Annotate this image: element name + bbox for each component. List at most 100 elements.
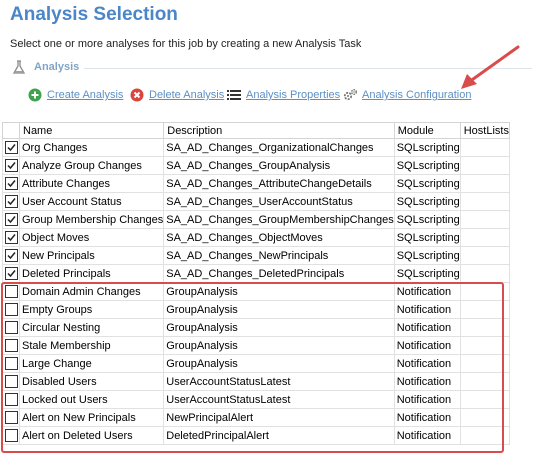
row-name: Locked out Users: [18, 390, 165, 409]
x-circle-icon: [130, 88, 144, 102]
row-checkbox-cell: [2, 264, 20, 283]
row-hostlists: [459, 354, 510, 373]
row-hostlists: [459, 138, 510, 157]
row-description: UserAccountStatusLatest: [163, 372, 395, 391]
header-hostlists[interactable]: HostLists: [459, 122, 510, 139]
row-checkbox[interactable]: [4, 375, 18, 388]
row-checkbox-cell: [2, 174, 20, 193]
row-hostlists: [459, 300, 510, 319]
table-row[interactable]: Large Change GroupAnalysis Notification: [2, 354, 510, 373]
checkmark-icon: [6, 144, 16, 152]
checkmark-icon: [6, 234, 16, 242]
row-checkbox[interactable]: [4, 195, 18, 208]
row-checkbox[interactable]: [4, 393, 18, 406]
row-checkbox[interactable]: [4, 285, 18, 298]
table-row[interactable]: Analyze Group Changes SA_AD_Changes_Group…: [2, 156, 510, 175]
row-name: Empty Groups: [18, 300, 165, 319]
table-row[interactable]: Org Changes SA_AD_Changes_OrganizationalC…: [2, 138, 510, 157]
analysis-section-header: Analysis: [12, 60, 532, 76]
analysis-properties-label: Analysis Properties: [246, 89, 341, 101]
flask-icon: [12, 60, 26, 78]
row-description: UserAccountStatusLatest: [163, 390, 395, 409]
row-checkbox-cell: [2, 138, 20, 157]
table-row[interactable]: Locked out Users UserAccountStatusLatest N…: [2, 390, 510, 409]
row-checkbox[interactable]: [4, 411, 18, 424]
row-name: Deleted Principals: [18, 264, 165, 283]
row-checkbox-cell: [2, 246, 20, 265]
row-module: SQLscripting: [393, 174, 461, 193]
row-description: SA_AD_Changes_GroupMembershipChanges: [163, 210, 395, 229]
row-checkbox[interactable]: [4, 231, 18, 244]
analysis-toolbar: Create Analysis Delete Analysis Analysis…: [28, 87, 528, 103]
table-row[interactable]: Alert on New Principals NewPrincipalAlert…: [2, 408, 510, 427]
row-name: Group Membership Changes: [18, 210, 165, 229]
table-row[interactable]: Alert on Deleted Users DeletedPrincipalAl…: [2, 426, 510, 445]
table-row[interactable]: Stale Membership GroupAnalysis Notificatio…: [2, 336, 510, 355]
row-description: SA_AD_Changes_ObjectMoves: [163, 228, 395, 247]
analysis-configuration-button[interactable]: Analysis Configuration: [343, 87, 471, 103]
row-description: SA_AD_Changes_DeletedPrincipals: [163, 264, 395, 283]
row-checkbox-cell: [2, 372, 20, 391]
analysis-table: Name Description Module HostLists Org Ch…: [2, 122, 510, 445]
table-row[interactable]: Disabled Users UserAccountStatusLatest Not…: [2, 372, 510, 391]
checkmark-icon: [6, 270, 16, 278]
table-row[interactable]: Domain Admin Changes GroupAnalysis Notific…: [2, 282, 510, 301]
checkmark-icon: [6, 180, 16, 188]
analysis-properties-button[interactable]: Analysis Properties: [227, 87, 340, 103]
table-row[interactable]: Object Moves SA_AD_Changes_ObjectMoves SQL…: [2, 228, 510, 247]
row-description: GroupAnalysis: [163, 300, 395, 319]
create-analysis-label: Create Analysis: [47, 89, 124, 101]
row-module: SQLscripting: [393, 264, 461, 283]
row-module: SQLscripting: [393, 246, 461, 265]
list-icon: [227, 88, 241, 102]
row-description: DeletedPrincipalAlert: [163, 426, 395, 445]
row-module: Notification: [393, 372, 461, 391]
row-hostlists: [459, 228, 510, 247]
row-checkbox-cell: [2, 192, 20, 211]
gears-icon: [343, 88, 358, 102]
create-analysis-button[interactable]: Create Analysis: [28, 87, 123, 103]
row-checkbox[interactable]: [4, 177, 18, 190]
row-module: SQLscripting: [393, 156, 461, 175]
row-description: GroupAnalysis: [163, 318, 395, 337]
table-row[interactable]: Empty Groups GroupAnalysis Notification: [2, 300, 510, 319]
table-header-row: Name Description Module HostLists: [2, 122, 510, 139]
row-name: Domain Admin Changes: [18, 282, 165, 301]
row-checkbox[interactable]: [4, 303, 18, 316]
row-module: Notification: [393, 282, 461, 301]
header-name[interactable]: Name: [18, 122, 165, 139]
row-name: Disabled Users: [18, 372, 165, 391]
row-hostlists: [459, 210, 510, 229]
row-checkbox[interactable]: [4, 357, 18, 370]
header-description[interactable]: Description: [163, 122, 395, 139]
row-name: Analyze Group Changes: [18, 156, 165, 175]
row-checkbox[interactable]: [4, 429, 18, 442]
table-row[interactable]: Attribute Changes SA_AD_Changes_Attribute…: [2, 174, 510, 193]
row-name: Org Changes: [18, 138, 165, 157]
row-checkbox[interactable]: [4, 249, 18, 262]
row-hostlists: [459, 282, 510, 301]
header-module[interactable]: Module: [393, 122, 461, 139]
row-checkbox[interactable]: [4, 141, 18, 154]
table-row[interactable]: New Principals SA_AD_Changes_NewPrincipal…: [2, 246, 510, 265]
table-row[interactable]: User Account Status SA_AD_Changes_UserAcc…: [2, 192, 510, 211]
row-checkbox-cell: [2, 282, 20, 301]
table-row[interactable]: Deleted Principals SA_AD_Changes_DeletedP…: [2, 264, 510, 283]
table-row[interactable]: Circular Nesting GroupAnalysis Notificatio…: [2, 318, 510, 337]
row-hostlists: [459, 336, 510, 355]
row-description: NewPrincipalAlert: [163, 408, 395, 427]
checkmark-icon: [6, 162, 16, 170]
delete-analysis-button[interactable]: Delete Analysis: [130, 87, 224, 103]
row-checkbox[interactable]: [4, 339, 18, 352]
row-checkbox-cell: [2, 390, 20, 409]
row-checkbox[interactable]: [4, 267, 18, 280]
row-checkbox[interactable]: [4, 213, 18, 226]
row-checkbox[interactable]: [4, 159, 18, 172]
row-name: Circular Nesting: [18, 318, 165, 337]
row-module: SQLscripting: [393, 210, 461, 229]
row-checkbox[interactable]: [4, 321, 18, 334]
row-checkbox-cell: [2, 318, 20, 337]
row-description: SA_AD_Changes_AttributeChangeDetails: [163, 174, 395, 193]
row-module: Notification: [393, 300, 461, 319]
table-row[interactable]: Group Membership Changes SA_AD_Changes_Gr…: [2, 210, 510, 229]
